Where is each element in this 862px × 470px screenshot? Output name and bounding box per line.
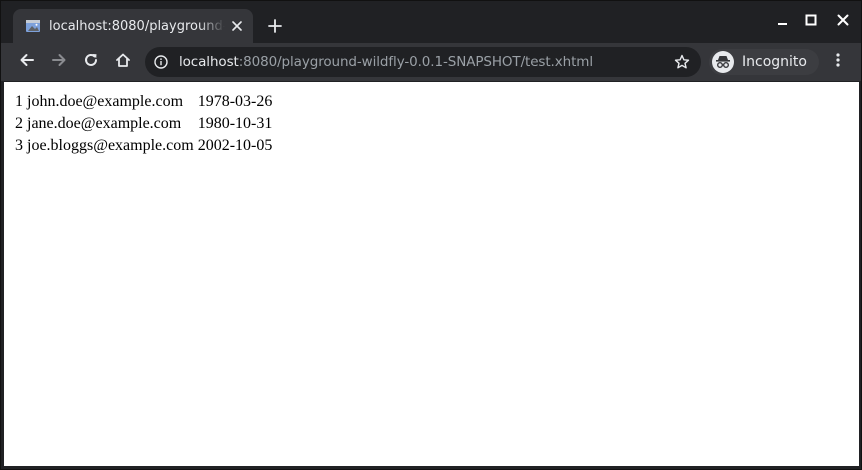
new-tab-button[interactable] bbox=[263, 17, 287, 39]
incognito-icon bbox=[712, 51, 734, 73]
maximize-icon bbox=[805, 13, 817, 31]
row-email: joe.bloggs@example.com bbox=[27, 137, 194, 154]
row-date: 2002-10-05 bbox=[197, 137, 273, 154]
table-row: 2 jane.doe@example.com 1980-10-31 bbox=[14, 114, 273, 134]
arrow-right-icon bbox=[51, 52, 67, 73]
row-date: 1978-03-26 bbox=[197, 93, 273, 110]
close-icon[interactable] bbox=[229, 18, 245, 34]
tab-active[interactable]: localhost:8080/playground-wildfly-0.0.1-… bbox=[13, 9, 253, 43]
table-row: 1 john.doe@example.com 1978-03-26 bbox=[14, 92, 273, 112]
users-table-body: 1 john.doe@example.com 1978-03-26 2 jane.doe… bbox=[14, 92, 273, 156]
row-id: 2 bbox=[15, 115, 23, 132]
table-row: 3 joe.bloggs@example.com 2002-10-05 bbox=[14, 136, 273, 156]
row-email: jane.doe@example.com bbox=[27, 115, 182, 132]
home-button[interactable] bbox=[111, 50, 135, 74]
minimize-button[interactable] bbox=[771, 11, 795, 33]
page-content: 1 john.doe@example.com 1978-03-26 2 jane.doe… bbox=[4, 82, 859, 466]
plus-icon bbox=[268, 18, 282, 38]
row-id: 1 bbox=[15, 93, 23, 110]
url-host: localhost bbox=[179, 54, 239, 70]
row-email: john.doe@example.com bbox=[27, 93, 184, 110]
info-icon[interactable] bbox=[153, 54, 169, 70]
url-text[interactable]: localhost:8080/playground-wildfly-0.0.1-… bbox=[179, 53, 593, 71]
arrow-left-icon bbox=[19, 52, 35, 73]
tab-strip: localhost:8080/playground-wildfly-0.0.1-… bbox=[1, 1, 861, 43]
browser-window: localhost:8080/playground-wildfly-0.0.1-… bbox=[0, 0, 862, 470]
page-favicon-icon bbox=[25, 18, 41, 34]
toolbar: localhost:8080/playground-wildfly-0.0.1-… bbox=[1, 43, 861, 81]
menu-button[interactable] bbox=[826, 50, 850, 74]
url-path: :8080/playground-wildfly-0.0.1-SNAPSHOT/… bbox=[238, 54, 593, 70]
star-icon[interactable] bbox=[673, 53, 691, 71]
minimize-icon bbox=[777, 13, 789, 31]
tab-title: localhost:8080/playground-wildfly-0.0.1-… bbox=[49, 19, 225, 34]
window-close-icon bbox=[837, 13, 849, 31]
reload-icon bbox=[83, 52, 99, 73]
back-button[interactable] bbox=[15, 50, 39, 74]
window-close-button[interactable] bbox=[831, 11, 855, 33]
users-table: 1 john.doe@example.com 1978-03-26 2 jane.doe… bbox=[12, 90, 275, 158]
row-id: 3 bbox=[15, 137, 23, 154]
incognito-label: Incognito bbox=[742, 54, 807, 70]
reload-button[interactable] bbox=[79, 50, 103, 74]
forward-button[interactable] bbox=[47, 50, 71, 74]
address-bar[interactable]: localhost:8080/playground-wildfly-0.0.1-… bbox=[145, 47, 701, 77]
home-icon bbox=[115, 52, 131, 73]
kebab-menu-icon bbox=[835, 52, 841, 73]
maximize-button[interactable] bbox=[799, 11, 823, 33]
incognito-profile-button[interactable]: Incognito bbox=[709, 49, 819, 75]
row-date: 1980-10-31 bbox=[197, 115, 273, 132]
